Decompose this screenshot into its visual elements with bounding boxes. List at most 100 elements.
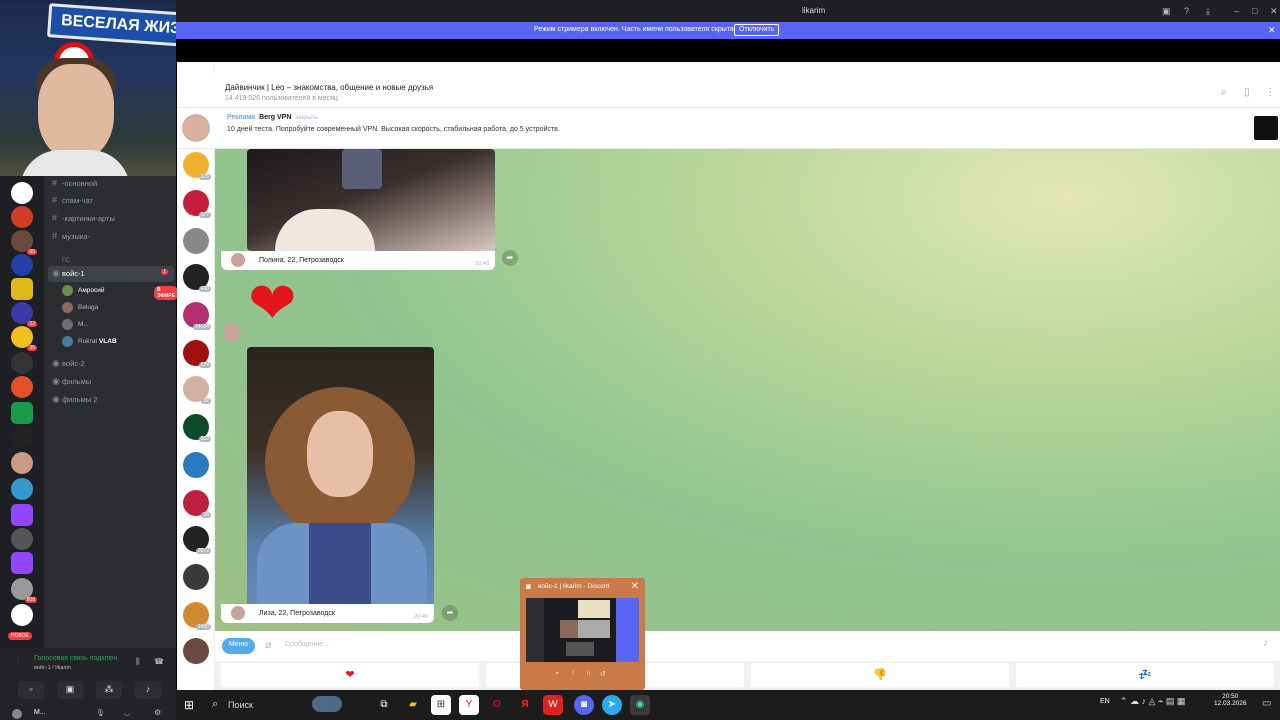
channel-item[interactable]: # -основной xyxy=(48,176,174,192)
bot-menu-button[interactable]: Меню xyxy=(222,638,255,654)
server-icon[interactable] xyxy=(11,206,33,228)
server-icon[interactable] xyxy=(11,504,33,526)
server-icon[interactable] xyxy=(11,452,33,474)
taskbar-clock[interactable]: 20:50 12.03.2026 xyxy=(1214,693,1247,707)
wps-icon[interactable]: W xyxy=(543,695,563,715)
app-icon[interactable]: ◉ xyxy=(630,695,650,715)
screen-share-button[interactable]: ▣ xyxy=(57,681,83,699)
chat-avatar[interactable]: 430 xyxy=(183,264,211,292)
maximize-icon[interactable]: □ xyxy=(1252,6,1264,18)
voice-channel-item[interactable]: ◉ войс-1 1 xyxy=(48,266,174,282)
server-icon[interactable]: 808 xyxy=(11,578,37,603)
server-icon[interactable] xyxy=(11,402,33,424)
gear-icon[interactable]: ⚙ xyxy=(154,708,161,717)
chat-avatar[interactable] xyxy=(183,452,209,478)
chat-avatar[interactable]: 32 xyxy=(183,376,211,404)
screen-share-icon[interactable]: ▣ xyxy=(1162,6,1174,18)
chat-avatar[interactable]: 1430 xyxy=(183,602,211,630)
download-icon[interactable]: ⤓ xyxy=(1206,6,1218,18)
keyboard-button-sleep[interactable]: 💤 xyxy=(1016,663,1274,687)
help-icon[interactable]: ? xyxy=(1184,6,1196,18)
close-icon[interactable]: ✕ xyxy=(631,581,639,592)
disable-streamer-button[interactable]: Отключить xyxy=(734,24,780,36)
chat-avatar[interactable]: 36 xyxy=(183,490,211,518)
channel-item[interactable]: # -картинки-арты xyxy=(48,211,174,227)
chat-avatar[interactable]: 14104 xyxy=(183,302,211,330)
camera-icon[interactable]: ▪ xyxy=(556,670,558,677)
photo-message[interactable] xyxy=(247,149,495,251)
input-language[interactable]: EN xyxy=(1100,698,1110,705)
mic-icon[interactable]: ! xyxy=(572,670,574,677)
server-icon[interactable] xyxy=(11,182,33,204)
more-icon[interactable]: ⋮ xyxy=(1265,87,1275,98)
chat-avatar[interactable]: 2672 xyxy=(183,526,211,554)
channel-item[interactable]: # музыка- xyxy=(48,229,174,245)
voice-channel-item[interactable]: ◉ войс-2 xyxy=(48,356,174,372)
avatar[interactable] xyxy=(12,709,22,719)
discord-preview-popup[interactable]: ◙ войс-1 | likarim - Discord ✕ ▪ ! ∩ ↺ xyxy=(520,578,645,690)
disconnect-icon[interactable]: ☎ xyxy=(154,657,164,666)
voice-user[interactable]: M... xyxy=(62,318,89,332)
forward-icon[interactable]: ➦ xyxy=(502,250,518,266)
search-icon[interactable]: ⌕ xyxy=(1221,87,1227,98)
minimize-icon[interactable]: – xyxy=(1234,6,1246,18)
voice-channel-item[interactable]: ◉ фильмы 2 xyxy=(48,392,174,408)
server-icon[interactable] xyxy=(11,254,33,276)
discord-taskbar-icon[interactable]: ◙ xyxy=(574,695,594,715)
soundboard-button[interactable]: ♪ xyxy=(135,681,161,699)
server-icon[interactable] xyxy=(11,352,33,374)
voice-channel-item[interactable]: ◉ фильмы xyxy=(48,374,174,390)
task-view-icon[interactable]: ⧉ xyxy=(374,695,394,715)
file-explorer-icon[interactable]: ▰ xyxy=(403,695,423,715)
taskbar-search[interactable]: ⌕ Поиск xyxy=(210,694,342,716)
headphones-icon[interactable]: ◡ xyxy=(124,709,130,717)
voice-user[interactable]: Beluga xyxy=(62,301,98,315)
telegram-taskbar-icon[interactable]: ➤ xyxy=(602,695,622,715)
heart-emoji-message[interactable]: ❤ xyxy=(248,275,297,333)
mic-icon[interactable]: 🎙 xyxy=(96,709,105,717)
notifications-icon[interactable]: ▭ xyxy=(1262,698,1271,709)
voice-channel-path[interactable]: войс-1 / likarim xyxy=(34,665,71,671)
chat-avatar[interactable]: 377 xyxy=(183,190,211,218)
voice-user[interactable]: Амросий В ЭФИРЕ xyxy=(62,284,179,300)
keyboard-button-dislike[interactable]: 👎 xyxy=(751,663,1009,687)
voice-user[interactable]: Rukrat VLAB xyxy=(62,335,117,349)
close-banner-icon[interactable]: ✕ xyxy=(1268,25,1276,36)
paperclip-icon[interactable]: ⌀ xyxy=(265,638,272,651)
twitch-server-icon[interactable] xyxy=(11,552,33,574)
windows-start-icon[interactable]: ⊞ xyxy=(184,698,194,712)
yandex-browser-icon[interactable]: Y xyxy=(459,695,479,715)
server-icon[interactable] xyxy=(11,604,33,626)
chat-avatar[interactable] xyxy=(183,564,209,590)
chat-title[interactable]: Дайвинчик | Leo – знакомства, общение и … xyxy=(225,83,433,92)
opera-icon[interactable]: O xyxy=(487,695,507,715)
yandex-icon[interactable]: Я xyxy=(515,695,535,715)
chat-avatar[interactable]: 174 xyxy=(183,340,211,368)
sidebar-toggle-icon[interactable]: ▯ xyxy=(1244,87,1250,98)
store-icon[interactable]: ⊞ xyxy=(431,695,451,715)
activities-button[interactable]: ⁂ xyxy=(96,681,122,699)
disconnect-icon[interactable]: ↺ xyxy=(600,670,606,678)
server-icon[interactable] xyxy=(11,278,33,300)
server-icon[interactable]: 60 xyxy=(11,230,37,255)
keyboard-button-like[interactable]: ❤ xyxy=(221,663,479,687)
server-icon[interactable] xyxy=(11,426,33,448)
microphone-icon[interactable]: ♪ xyxy=(1263,637,1269,649)
server-icon[interactable] xyxy=(11,376,33,398)
channel-item[interactable]: # спам-чат xyxy=(48,193,174,209)
noise-icon[interactable]: ⫼ xyxy=(136,657,140,667)
chat-avatar[interactable] xyxy=(183,228,209,254)
headphones-icon[interactable]: ∩ xyxy=(586,670,591,677)
server-icon[interactable] xyxy=(11,528,33,550)
server-icon[interactable]: 36 xyxy=(11,326,37,351)
sponsored-banner[interactable]: Реклама Berg VPN закрыть 10 дней теста. По… xyxy=(177,108,1280,149)
ad-close-link[interactable]: закрыть xyxy=(295,115,317,121)
chat-avatar[interactable] xyxy=(183,638,209,664)
server-icon[interactable] xyxy=(11,478,33,500)
forward-icon[interactable]: ➦ xyxy=(442,605,458,621)
message-input[interactable]: Сообщение... xyxy=(285,641,329,648)
camera-off-button[interactable]: ▫ xyxy=(18,681,44,699)
close-icon[interactable]: ✕ xyxy=(1270,6,1280,18)
user-name[interactable]: M... xyxy=(34,709,46,716)
system-tray-icons[interactable]: ⌃ ☁ ♪ ◬ ⌁ ▤ ▦ xyxy=(1120,696,1185,707)
